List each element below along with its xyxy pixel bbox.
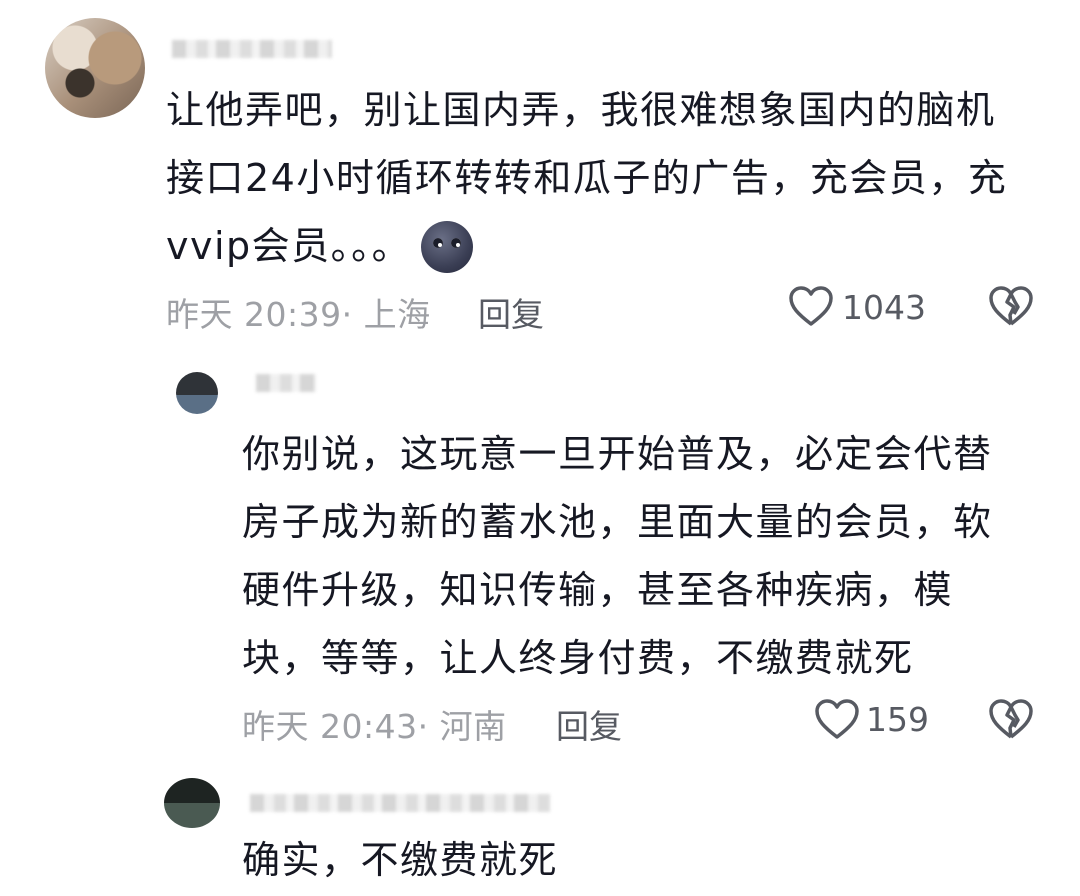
username-blurred[interactable] <box>250 794 550 812</box>
comment-time: 昨天 20:39 <box>166 295 342 334</box>
avatar[interactable] <box>164 778 220 828</box>
username-blurred[interactable] <box>256 374 316 392</box>
comment-location: · 河南 <box>417 707 507 746</box>
comment-location: · 上海 <box>341 295 431 334</box>
reply-button[interactable]: 回复 <box>556 700 622 748</box>
comment-text: 确实，不缴费就死 <box>242 838 559 882</box>
comment-time: 昨天 20:43 <box>242 707 418 746</box>
heart-outline-icon[interactable] <box>814 698 860 740</box>
comment-meta: 昨天 20:43· 河南 <box>242 700 507 748</box>
comment-meta: 昨天 20:39· 上海 <box>166 288 431 336</box>
broken-heart-icon[interactable] <box>988 285 1034 327</box>
like-count: 159 <box>866 700 929 739</box>
avatar[interactable] <box>45 18 145 118</box>
new-moon-face-emoji-icon <box>421 221 474 273</box>
like-count: 1043 <box>842 288 926 327</box>
comment-text: 你别说，这玩意一旦开始普及，必定会代替 房子成为新的蓄水池，里面大量的会员，软 … <box>242 432 993 680</box>
avatar[interactable] <box>176 372 218 414</box>
reply-button[interactable]: 回复 <box>478 288 544 336</box>
broken-heart-icon[interactable] <box>988 698 1034 740</box>
username-blurred[interactable] <box>172 40 332 58</box>
comment-text: 让他弄吧，别让国内弄，我很难想象国内的脑机 接口24小时循环转转和瓜子的广告，充… <box>166 76 1007 280</box>
heart-outline-icon[interactable] <box>788 285 834 327</box>
